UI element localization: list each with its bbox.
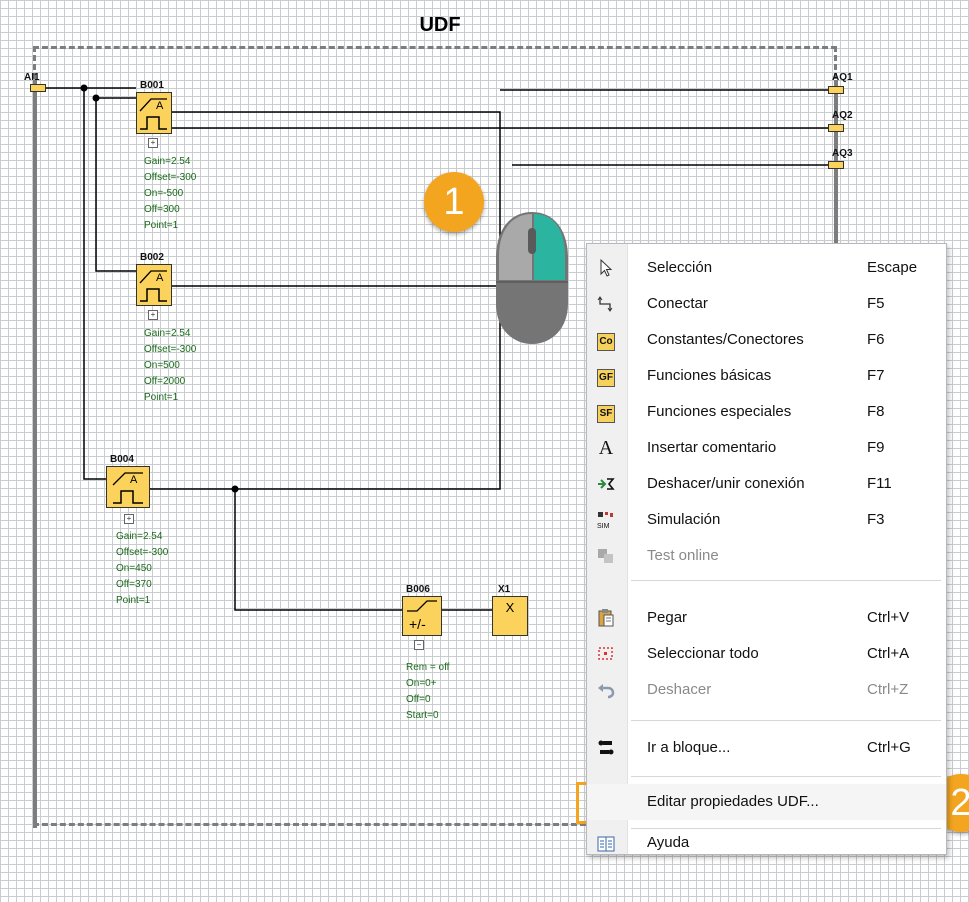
gf-icon: GF: [596, 366, 616, 387]
menu-separator: [631, 776, 941, 777]
block-label-x1: X1: [498, 584, 511, 595]
menu-item-deshacer-unir-conexion[interactable]: Deshacer/unir conexión F11: [587, 466, 946, 502]
menu-item-ayuda[interactable]: Ayuda: [587, 834, 946, 854]
select-all-icon: [596, 644, 616, 664]
input-label: AI1: [24, 72, 40, 83]
connect-icon: [596, 294, 616, 314]
block-params-b002: Gain=2.54 Offset=-300 On=500 Off=2000 Po…: [144, 328, 197, 403]
menu-item-conectar[interactable]: Conectar F5: [587, 286, 946, 322]
output-connector-2[interactable]: [828, 124, 844, 132]
go-to-block-icon: [596, 738, 616, 758]
menu-separator: [631, 580, 941, 581]
junction-dot: [92, 94, 100, 102]
menu-item-editar-propiedades-udf[interactable]: Editar propiedades UDF...: [587, 784, 946, 820]
wire: [150, 111, 501, 490]
pointer-icon: [596, 258, 616, 278]
svg-text:+/-: +/-: [409, 616, 426, 632]
wire: [95, 98, 136, 272]
block-label-b001: B001: [140, 80, 164, 91]
diagram-canvas[interactable]: UDF AI1 AQ1 AQ2 AQ3 B001 A + Gain=2.54 O…: [0, 0, 969, 902]
junction-dot: [80, 84, 88, 92]
svg-text:SIM: SIM: [597, 523, 610, 530]
block-params-b004: Gain=2.54 Offset=-300 On=450 Off=370 Poi…: [116, 531, 169, 606]
menu-item-test-online[interactable]: Test online: [587, 538, 946, 574]
analog-threshold-icon: A: [112, 472, 143, 504]
block-params-b006: Rem = off On=0+ Off=0 Start=0: [406, 662, 450, 721]
analog-threshold-icon: A: [139, 98, 167, 130]
menu-item-pegar[interactable]: Pegar Ctrl+V: [587, 600, 946, 636]
mouse-right-click-icon: [496, 212, 568, 344]
expand-toggle[interactable]: +: [148, 138, 158, 148]
wire: [83, 88, 106, 480]
menu-item-insertar-comentario[interactable]: A Insertar comentario F9: [587, 430, 946, 466]
help-icon: [596, 834, 616, 854]
menu-item-simulacion[interactable]: SIM Simulación F3: [587, 502, 946, 538]
split-join-icon: [596, 474, 616, 494]
output-connector-1[interactable]: [828, 86, 844, 94]
test-online-icon: [596, 546, 616, 566]
updown-counter-block-b006[interactable]: +/-: [402, 596, 442, 636]
menu-item-funciones-basicas[interactable]: GF Funciones básicas F7: [587, 358, 946, 394]
sf-icon: SF: [596, 402, 616, 423]
analog-threshold-icon: A: [139, 270, 167, 302]
output-label-2: AQ2: [832, 110, 853, 121]
analog-block-b001[interactable]: A: [136, 92, 172, 134]
callout-badge-1: 1: [424, 172, 484, 232]
menu-item-seleccionar-todo[interactable]: Seleccionar todo Ctrl+A: [587, 636, 946, 672]
menu-item-funciones-especiales[interactable]: SF Funciones especiales F8: [587, 394, 946, 430]
junction-dot: [231, 485, 239, 493]
menu-separator: [631, 720, 941, 721]
output-label-3: AQ3: [832, 148, 853, 159]
paste-icon: [596, 608, 616, 628]
input-connector[interactable]: [30, 84, 46, 92]
co-icon: Co: [596, 330, 616, 351]
wire: [234, 489, 406, 611]
expand-toggle[interactable]: +: [148, 310, 158, 320]
analog-block-b002[interactable]: A: [136, 264, 172, 306]
open-connector-block-x1[interactable]: X: [492, 596, 528, 636]
analog-block-b004[interactable]: A: [106, 466, 150, 508]
block-params-b001: Gain=2.54 Offset=-300 On=-500 Off=300 Po…: [144, 156, 197, 231]
block-label-b006: B006: [406, 584, 430, 595]
simulation-icon: SIM: [596, 510, 616, 530]
menu-item-ir-a-bloque[interactable]: Ir a bloque... Ctrl+G: [587, 730, 946, 766]
undo-icon: [596, 680, 616, 700]
expand-toggle[interactable]: +: [124, 514, 134, 524]
block-label-b002: B002: [140, 252, 164, 263]
menu-item-constantes-conectores[interactable]: Co Constantes/Conectores F6: [587, 322, 946, 358]
comment-icon: A: [598, 437, 614, 459]
menu-item-deshacer[interactable]: Deshacer Ctrl+Z: [587, 672, 946, 708]
collapse-toggle[interactable]: −: [414, 640, 424, 650]
svg-text:A: A: [130, 474, 138, 486]
output-connector-3[interactable]: [828, 161, 844, 169]
output-label-1: AQ1: [832, 72, 853, 83]
svg-text:A: A: [156, 100, 164, 112]
menu-item-seleccion[interactable]: Selección Escape: [587, 250, 946, 286]
block-label-b004: B004: [110, 454, 134, 465]
menu-separator: [631, 828, 941, 829]
updown-counter-icon: +/-: [407, 600, 437, 632]
svg-text:A: A: [156, 272, 164, 284]
context-menu: Selección Escape Conectar F5 Co Constant…: [586, 243, 947, 855]
